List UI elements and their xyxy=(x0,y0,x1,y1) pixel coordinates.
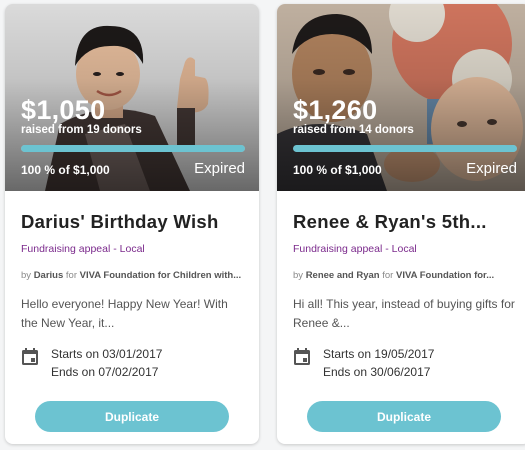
organization-name: VIVA Foundation for Children xyxy=(79,270,212,281)
by-prefix: by xyxy=(293,270,304,281)
campaign-description: Hi all! This year, instead of buying gif… xyxy=(293,297,515,330)
for-word: for xyxy=(65,270,77,281)
campaign-dates: Starts on 03/01/2017 Ends on 07/02/2017 xyxy=(21,345,162,381)
start-date: Starts on 19/05/2017 xyxy=(323,347,435,361)
status-label: Expired xyxy=(194,160,245,177)
campaign-dates: Starts on 19/05/2017 Ends on 30/06/2017 xyxy=(293,345,434,381)
calendar-icon xyxy=(294,348,310,365)
by-prefix: by xyxy=(21,270,32,281)
calendar-icon xyxy=(22,348,38,365)
status-label: Expired xyxy=(466,160,517,177)
progress-text: 100 % of $1,000 xyxy=(21,163,110,177)
campaign-category: Fundraising appeal - Local xyxy=(21,243,145,255)
donor-count: raised from 19 donors xyxy=(21,124,142,136)
amount-raised: $1,050 xyxy=(21,95,106,125)
campaign-card[interactable]: $1,050 raised from 19 donors 100 % of $1… xyxy=(5,4,259,444)
progress-text: 100 % of $1,000 xyxy=(293,163,382,177)
progress-bar xyxy=(293,145,517,152)
start-date: Starts on 03/01/2017 xyxy=(51,347,163,361)
progress-bar xyxy=(21,145,245,152)
organization-suffix: with... xyxy=(214,270,242,281)
owner-name: Renee and Ryan xyxy=(305,270,380,281)
organization-name: VIVA Foundation for... xyxy=(395,270,495,281)
campaign-category: Fundraising appeal - Local xyxy=(293,243,417,255)
owner-name: Darius xyxy=(33,270,64,281)
duplicate-button[interactable]: Duplicate xyxy=(307,401,501,432)
campaign-title[interactable]: Darius' Birthday Wish xyxy=(21,211,243,233)
campaign-description: Hello everyone! Happy New Year! With the… xyxy=(21,297,228,330)
campaign-card[interactable]: $1,260 raised from 14 donors 100 % of $1… xyxy=(277,4,525,444)
campaign-byline: by Darius for VIVA Foundation for Childr… xyxy=(21,269,243,283)
campaign-byline: by Renee and Ryan for VIVA Foundation fo… xyxy=(293,269,515,283)
campaign-photo: $1,260 raised from 14 donors 100 % of $1… xyxy=(277,4,525,191)
amount-raised: $1,260 xyxy=(293,95,378,125)
for-word: for xyxy=(382,270,394,281)
end-date: Ends on 30/06/2017 xyxy=(323,365,431,379)
donor-count: raised from 14 donors xyxy=(293,124,414,136)
duplicate-button[interactable]: Duplicate xyxy=(35,401,229,432)
progress-fill xyxy=(21,145,245,152)
campaign-title[interactable]: Renee & Ryan's 5th... xyxy=(293,211,515,233)
progress-fill xyxy=(293,145,517,152)
end-date: Ends on 07/02/2017 xyxy=(51,365,159,379)
campaign-photo: $1,050 raised from 19 donors 100 % of $1… xyxy=(5,4,259,191)
